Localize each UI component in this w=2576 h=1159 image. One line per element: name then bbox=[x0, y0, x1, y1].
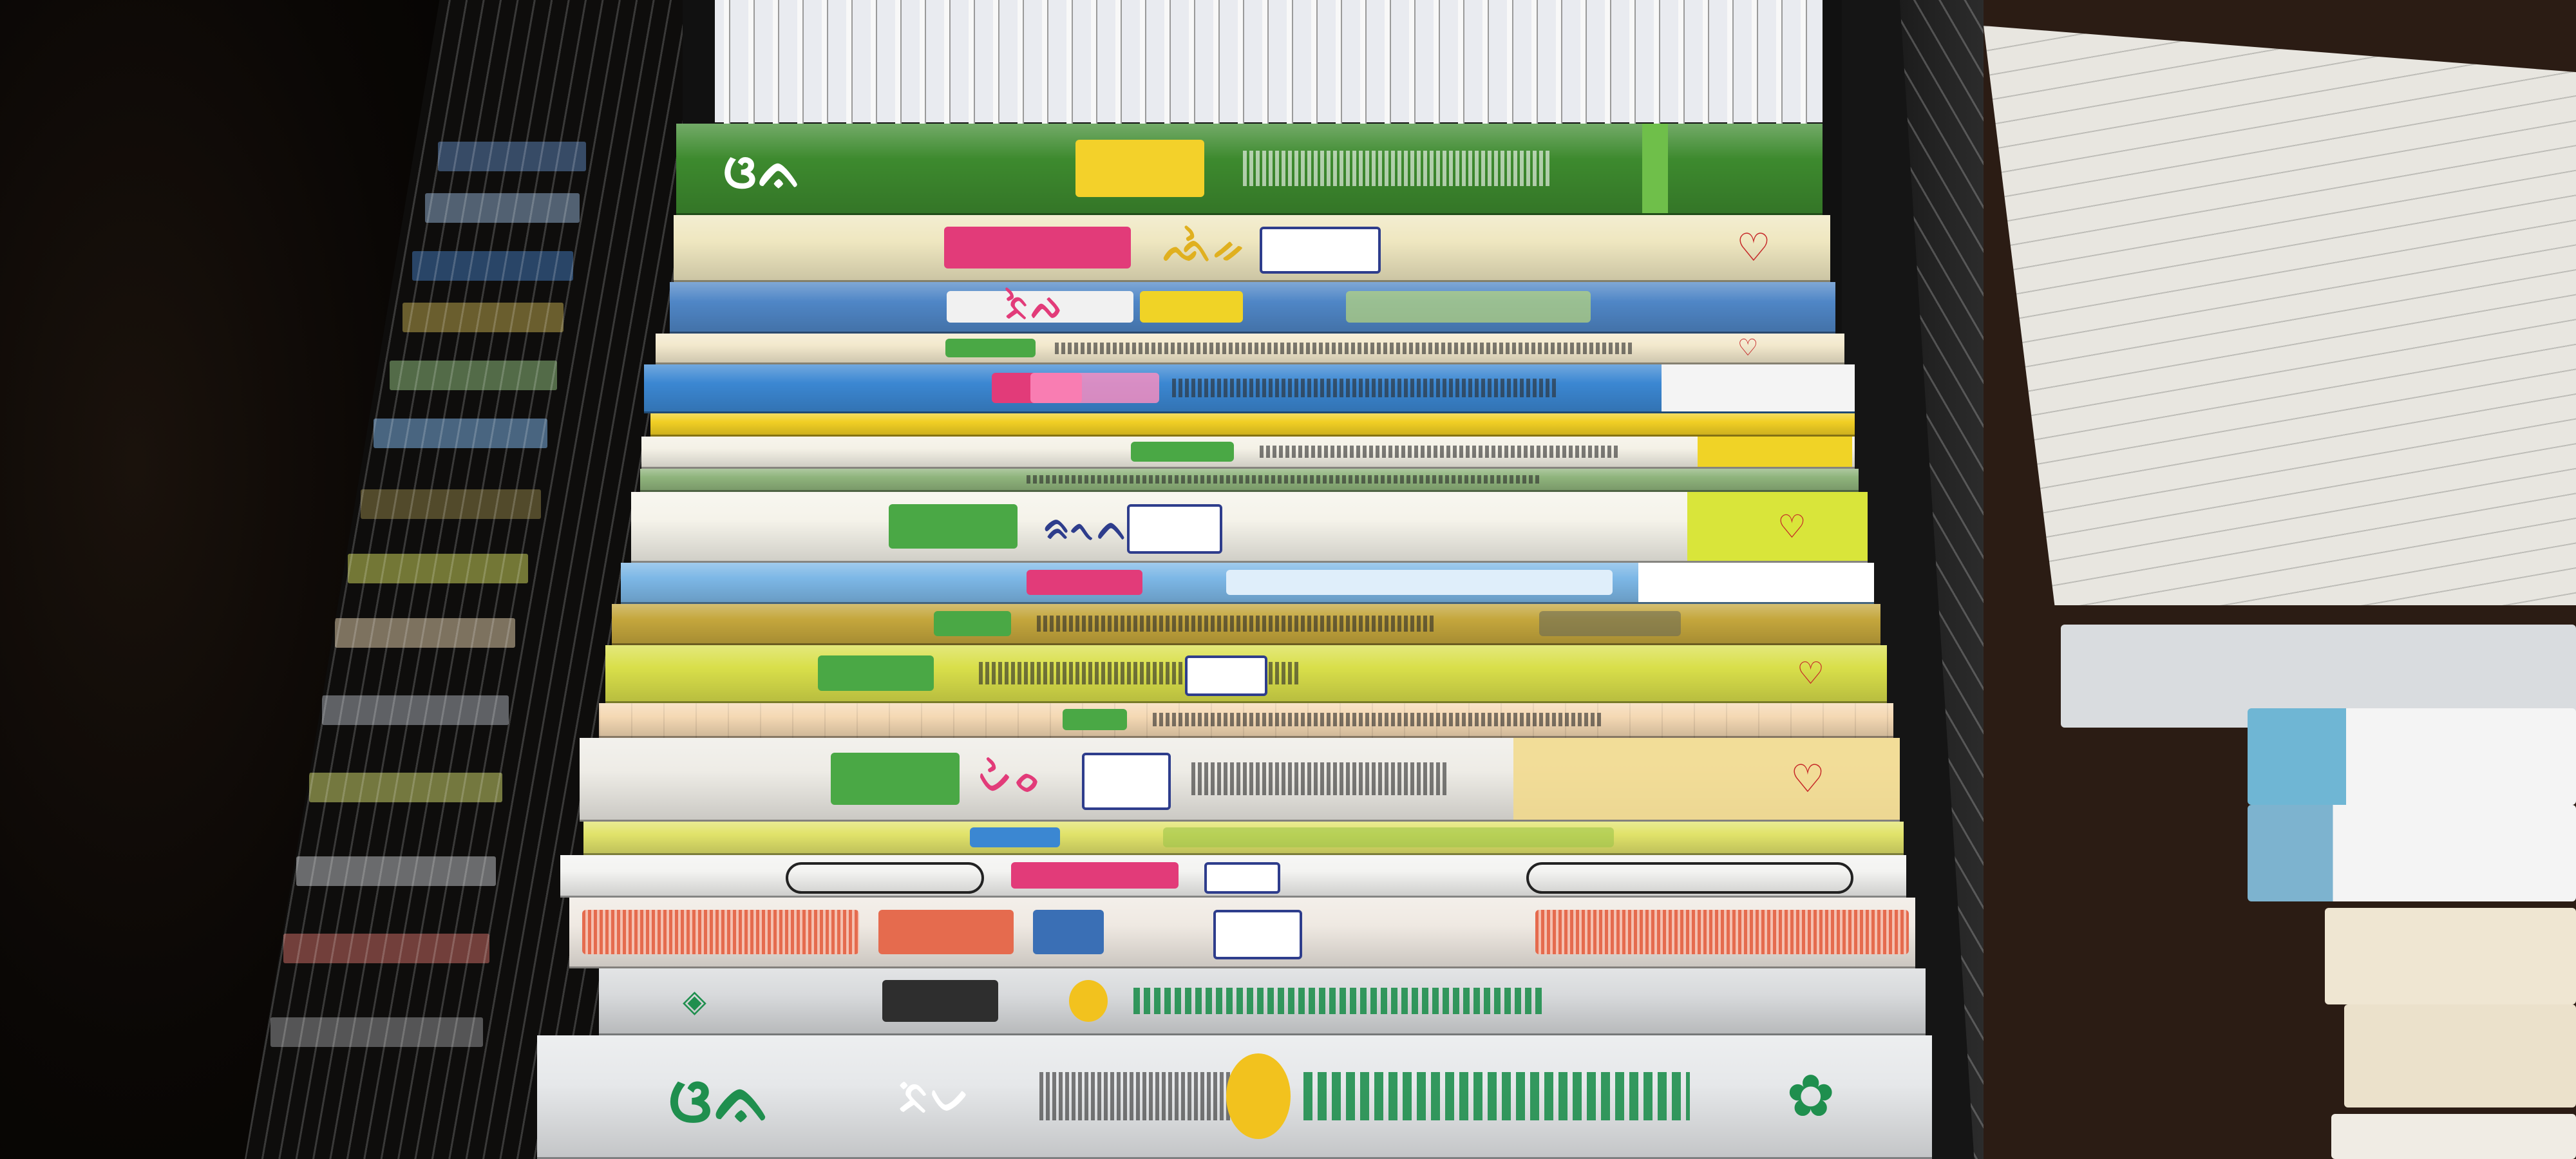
book-spine: ᨴᨊ bbox=[676, 124, 1823, 215]
book-spine bbox=[612, 604, 1880, 645]
paper-stack bbox=[1984, 26, 2576, 605]
small-book bbox=[2248, 708, 2576, 805]
book-spine bbox=[583, 822, 1904, 855]
small-book bbox=[2248, 805, 2576, 901]
heart-logo-icon: ♡ bbox=[1736, 225, 1771, 270]
photo-scene: ᨴᨊ ᨒᨛᨀ ♡ ᨅᨛᨄ ♡ ᨑᨚᨈ ♡ ♡ ᨆᨛᨔ ♡ ◈ ᨴᨊ ᨅᨗᨆ ✿ bbox=[0, 0, 2576, 1159]
heart-logo-icon: ♡ bbox=[1790, 756, 1825, 802]
book-title: ◈ bbox=[683, 983, 706, 1019]
book-spine: ᨒᨛᨀ ♡ bbox=[674, 215, 1830, 282]
book-spine: ♡ bbox=[656, 334, 1844, 364]
book-title: ᨑᨚᨈ bbox=[1043, 504, 1130, 549]
spiral-notebook bbox=[715, 0, 1823, 129]
book-spine bbox=[599, 703, 1893, 738]
book-spine: ♡ bbox=[605, 645, 1887, 703]
book-spine bbox=[641, 437, 1855, 469]
book-spine bbox=[644, 364, 1855, 413]
heart-logo-icon: ♡ bbox=[1738, 334, 1759, 361]
book-spine: ᨴᨊ ᨅᨗᨆ ✿ bbox=[537, 1035, 1932, 1159]
small-book bbox=[2331, 1114, 2576, 1159]
book-spine bbox=[560, 855, 1906, 898]
book-title: ᨴᨊ bbox=[666, 1055, 774, 1138]
brand-logo-icon: ✿ bbox=[1786, 1062, 1835, 1130]
heart-logo-icon: ♡ bbox=[1797, 655, 1825, 692]
book-title: ᨆᨛᨔ bbox=[979, 756, 1041, 802]
small-book bbox=[2344, 1004, 2576, 1107]
book-spine bbox=[640, 469, 1859, 492]
book-spine: ᨆᨛᨔ ♡ bbox=[580, 738, 1900, 822]
book-spine bbox=[650, 413, 1855, 437]
book-spine bbox=[621, 563, 1874, 604]
book-spine bbox=[569, 898, 1915, 968]
book-title: ᨅᨛᨄ bbox=[1005, 286, 1063, 327]
book-spine: ᨑᨚᨈ ♡ bbox=[631, 492, 1868, 563]
book-title: ᨴᨊ bbox=[721, 137, 804, 200]
book-spine: ◈ bbox=[599, 968, 1926, 1035]
small-book bbox=[2325, 908, 2576, 1004]
heart-logo-icon: ♡ bbox=[1777, 507, 1806, 545]
book-subtitle: ᨅᨗᨆ bbox=[898, 1069, 972, 1123]
spiral-coil bbox=[715, 0, 1823, 129]
book-title: ᨒᨛᨀ bbox=[1163, 223, 1246, 271]
book-spine: ᨅᨛᨄ bbox=[670, 282, 1835, 334]
